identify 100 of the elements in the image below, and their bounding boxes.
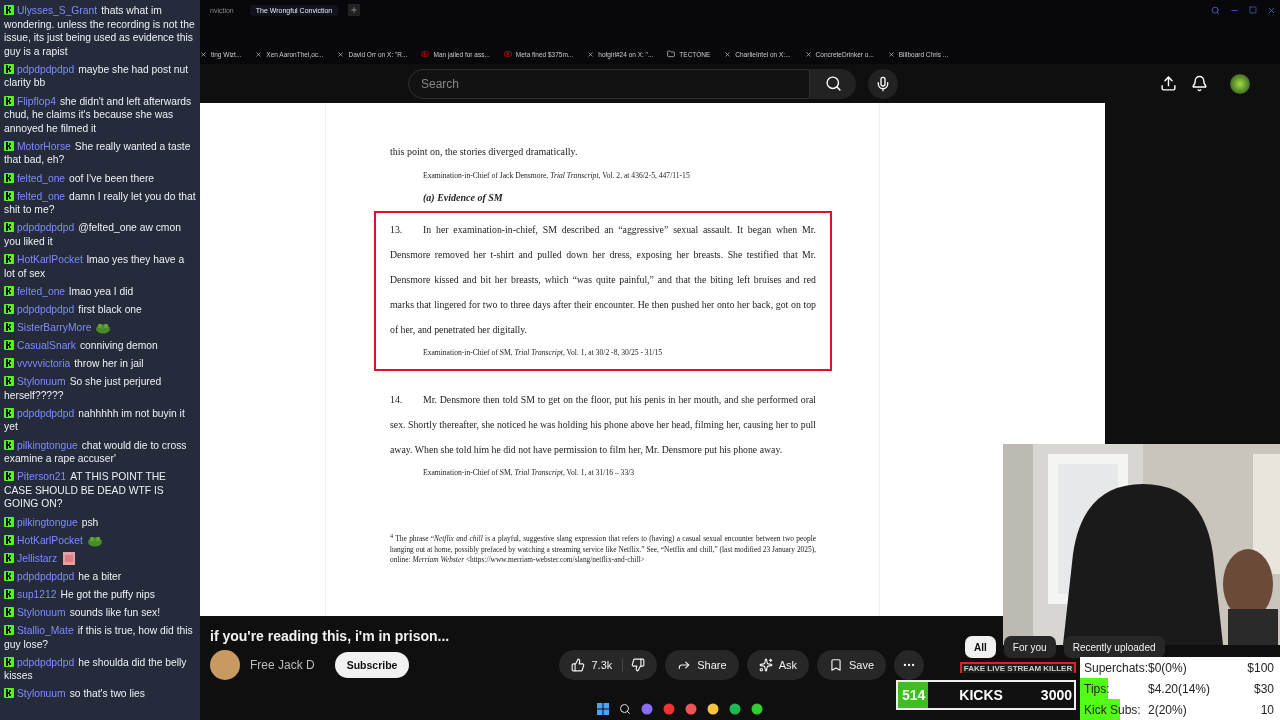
kicks-label: KICKS (959, 687, 1003, 703)
filter-chip[interactable]: For you (1003, 636, 1056, 658)
badge-icon (4, 588, 14, 599)
app-icon[interactable] (707, 703, 719, 715)
chat-message: Piterson21 AT THIS POINT THE CASE SHOULD BE DEAD WTF IS GOING ON? (4, 470, 167, 511)
stat-goal: 10 (1259, 702, 1275, 717)
chat-message: Stylonuum so that's two lies (4, 687, 196, 702)
chat-message: felted_one oof I've been there (4, 171, 196, 186)
chat-message: felted_one damn I really let you do that shit to me? (4, 189, 196, 217)
chat-message: CasualSnark conniving demon (4, 338, 196, 353)
badge-icon (4, 552, 14, 563)
mic-button[interactable] (868, 68, 898, 99)
upload-icon[interactable] (1160, 75, 1177, 92)
badge-icon (4, 471, 14, 482)
stream-banner: FAKE LIVE STREAM KILLER (960, 662, 1076, 673)
chat-message: Stylonuum So she just perjured herself????? (4, 375, 163, 403)
badge-icon (4, 190, 14, 201)
subscribe-button[interactable]: Subscribe (334, 652, 410, 678)
mic-icon (875, 75, 891, 92)
paragraph: 13. In her examination-in-chief, SM described an “aggressive” sexual assault. It began when Mr. Densmore removed her t-shirt and pulled down her dress, exposing her breasts. She testified that Mr. Densmore kissed and bit her breasts, which “was quite painful,” and that the biting left bruises and red marks that lingered for two to three days after their encounter. He then pushed her onto her back, got on top of her, and penetrated her digitally. (390, 223, 816, 337)
badge-icon (4, 339, 14, 350)
stat-value: $4.20(14%) (1148, 681, 1212, 696)
stat-goal: $30 (1252, 681, 1275, 696)
badge-icon (4, 688, 14, 699)
thumbs-down-icon (631, 658, 646, 672)
chat-message: pdpdpdpdpd first black one (4, 302, 196, 317)
play-icon (503, 50, 512, 58)
stat-value: 2(20%) (1148, 702, 1188, 717)
x-icon (804, 51, 812, 58)
x-icon (337, 51, 345, 58)
chat-message: pdpdpdpdpd nahhhhh im not buyin it yet (4, 406, 186, 435)
chat-message: pilkingtongue psh (4, 515, 196, 530)
badge-icon (4, 516, 14, 527)
close-icon[interactable] (1267, 5, 1276, 15)
chat-message: Ulysses_S_Grant thats what im wondering. unless the recording is not the issue, its just being used as evidence this guy is a rapist (4, 4, 196, 59)
badge-icon (4, 656, 14, 667)
chat-message: sup1212 He got the puffy nips (4, 587, 196, 602)
save-button[interactable]: Save (816, 650, 887, 680)
paragraph: 14. Mr. Densmore then told SM to get on the floor, put his penis in her mouth, and she performed oral sex. Shortly thereafter, she noticed he was holding his phone above her head, filming her, causing her to pull away. When she told him he did not have permission to film her, Mr. Densmore put his phone away. (390, 393, 816, 457)
stat-label: Superchats: (1084, 660, 1148, 675)
badge-icon (4, 95, 14, 106)
search-icon[interactable] (619, 703, 631, 715)
x-icon (200, 51, 207, 58)
chat-message: MotorHorse She really wanted a taste that bad, eh? (4, 139, 192, 168)
chat-message: SisterBarryMore (4, 320, 196, 335)
badge-icon (4, 254, 14, 264)
chat-message: pdpdpdpdpd he shoulda did the belly kisses (4, 655, 188, 683)
chat-message: pdpdpdpdpd maybe she had post nut clarity bb (4, 62, 190, 91)
app-icon[interactable] (729, 703, 741, 715)
bookmark-icon (828, 658, 843, 672)
chat-message: HotKarlPocket lmao yes they have a lot of sex (4, 253, 186, 281)
document-text: this point on, the stories diverged dramatically. (390, 146, 579, 157)
chat-message: Jellistarz (4, 551, 196, 566)
filter-chip[interactable]: All (965, 636, 996, 658)
x-icon (887, 51, 895, 58)
badge-icon (4, 285, 14, 296)
badge-icon (4, 5, 14, 15)
x-icon (587, 51, 595, 58)
share-icon (677, 658, 692, 672)
avatar-icon[interactable] (1230, 73, 1250, 94)
app-icon[interactable] (641, 703, 653, 715)
new-tab-button[interactable] (348, 4, 361, 16)
chat-message: pdpdpdpdpd @felted_one aw cmon you liked it (4, 221, 182, 249)
chat-message: pdpdpdpdpd he a biter (4, 569, 196, 584)
ask-button[interactable]: Ask (746, 650, 809, 680)
x-icon (255, 51, 263, 58)
search-button[interactable] (810, 68, 856, 99)
x-icon (724, 51, 732, 58)
app-icon[interactable] (751, 703, 763, 715)
badge-icon (4, 358, 14, 369)
windows-icon[interactable] (597, 703, 609, 715)
badge-icon (4, 534, 14, 545)
badge-icon (4, 222, 14, 233)
play-icon (421, 50, 430, 58)
stat-goal: $100 (1246, 660, 1275, 675)
badge-icon (4, 407, 14, 418)
channel-avatar[interactable] (210, 650, 240, 680)
share-button[interactable]: Share (665, 650, 739, 680)
video-title: if you're reading this, i'm in prison... (210, 627, 450, 644)
bell-icon[interactable] (1191, 75, 1208, 92)
emote-icon (61, 551, 78, 565)
badge-icon (4, 606, 14, 617)
chat-message: Stallio_Mate if this is true, how did this guy lose? (4, 624, 194, 652)
badge-icon (4, 376, 14, 387)
search-icon (824, 75, 842, 92)
plus-icon (350, 6, 359, 14)
badge-icon (4, 140, 14, 151)
filter-chip[interactable]: Recently uploaded (1063, 636, 1165, 658)
chat-message: Flipflop4 she didn't and left afterwards chud, he claims it's because she was annoyed he filmed it (4, 94, 193, 136)
thumbs-up-icon (571, 658, 586, 672)
chat-message: felted_one lmao yea I did (4, 284, 196, 299)
channel-name[interactable]: Free Jack D (250, 658, 315, 672)
app-icon[interactable] (685, 703, 697, 715)
badge-icon (4, 63, 14, 74)
chat-message: Stylonuum sounds like fun sex! (4, 605, 196, 620)
sparkle-icon (758, 658, 773, 672)
badge-icon (4, 439, 14, 450)
stat-value: $0(0%) (1148, 660, 1188, 675)
badge-icon (4, 570, 14, 581)
chat-message: pilkingtongue chat would die to cross examine a rape accuser' (4, 438, 188, 466)
